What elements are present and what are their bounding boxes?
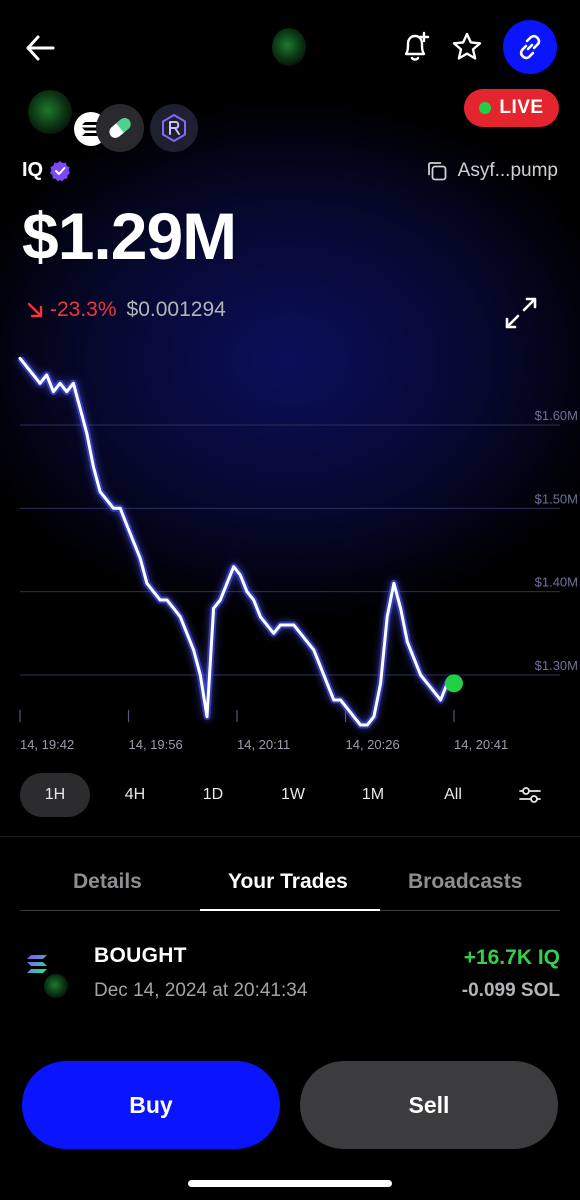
token-logo bbox=[44, 974, 68, 998]
current-price-marker bbox=[445, 674, 463, 693]
back-arrow-icon[interactable] bbox=[18, 28, 62, 68]
range-all[interactable]: All bbox=[418, 773, 488, 817]
price-line bbox=[18, 356, 456, 727]
active-tab-indicator bbox=[200, 909, 380, 911]
contract-address[interactable]: Asyf...pump bbox=[426, 160, 558, 182]
range-1m[interactable]: 1M bbox=[338, 773, 408, 817]
top-bar bbox=[0, 0, 580, 96]
x-tick-label: 14, 20:11 bbox=[237, 737, 290, 752]
token-logo-small bbox=[272, 28, 306, 66]
y-tick-label: $1.50M bbox=[535, 491, 578, 506]
pill-icon[interactable] bbox=[96, 104, 144, 152]
home-indicator bbox=[188, 1180, 392, 1187]
change-percent: -23.3% bbox=[50, 298, 117, 321]
time-range-selector: 1H 4H 1D 1W 1M All bbox=[20, 773, 560, 817]
bell-plus-icon[interactable] bbox=[394, 26, 436, 68]
buy-button[interactable]: Buy bbox=[22, 1061, 280, 1149]
range-4h[interactable]: 4H bbox=[100, 773, 170, 817]
token-logo bbox=[28, 90, 72, 134]
x-tick-label: 14, 19:42 bbox=[20, 737, 74, 752]
price-change-row: -23.3% $0.001294 bbox=[26, 298, 226, 322]
trade-time: Dec 14, 2024 at 20:41:34 bbox=[94, 980, 308, 1001]
tab-details[interactable]: Details bbox=[73, 870, 142, 894]
copy-icon[interactable] bbox=[426, 160, 448, 182]
tab-broadcasts[interactable]: Broadcasts bbox=[408, 870, 522, 894]
trade-icons bbox=[22, 944, 72, 1000]
live-label: LIVE bbox=[499, 97, 544, 118]
range-1d[interactable]: 1D bbox=[178, 773, 248, 817]
live-badge: LIVE bbox=[464, 89, 559, 127]
x-tick-label: 14, 19:56 bbox=[129, 737, 183, 752]
sell-button[interactable]: Sell bbox=[300, 1061, 558, 1149]
range-1w[interactable]: 1W bbox=[258, 773, 328, 817]
solana-icon bbox=[27, 955, 47, 973]
y-tick-label: $1.60M bbox=[535, 408, 578, 423]
token-price: $0.001294 bbox=[126, 298, 226, 321]
trade-token-amount: +16.7K IQ bbox=[463, 946, 560, 969]
price-chart[interactable]: $1.60M $1.50M $1.40M $1.30M 14, 19:42 14, 19… bbox=[0, 340, 580, 760]
address-label: Asyf...pump bbox=[457, 160, 558, 181]
down-right-arrow-icon bbox=[27, 302, 43, 318]
expand-icon[interactable] bbox=[502, 294, 540, 332]
sliders-icon[interactable] bbox=[510, 773, 550, 817]
market-cap-value: $1.29M bbox=[22, 199, 237, 273]
section-divider bbox=[0, 836, 580, 837]
token-ticker: IQ bbox=[22, 159, 71, 182]
token-icon-row bbox=[22, 88, 222, 152]
link-icon[interactable] bbox=[503, 20, 557, 74]
trade-sol-amount: -0.099 SOL bbox=[461, 980, 560, 1001]
verified-badge-icon bbox=[50, 160, 71, 181]
y-tick-label: $1.40M bbox=[535, 575, 578, 590]
raydium-icon[interactable] bbox=[150, 104, 198, 152]
trade-type: BOUGHT bbox=[94, 944, 187, 967]
range-1h[interactable]: 1H bbox=[20, 773, 90, 817]
x-tick-label: 14, 20:26 bbox=[346, 737, 400, 752]
price-line-glow bbox=[17, 356, 454, 729]
trade-row[interactable]: BOUGHT Dec 14, 2024 at 20:41:34 +16.7K I… bbox=[22, 940, 560, 1010]
star-icon[interactable] bbox=[446, 26, 488, 68]
price-change: -23.3% bbox=[26, 298, 117, 322]
ticker-label: IQ bbox=[22, 159, 44, 181]
y-tick-label: $1.30M bbox=[535, 658, 578, 673]
live-dot-icon bbox=[479, 102, 492, 114]
x-tick-label: 14, 20:41 bbox=[454, 737, 508, 752]
tab-your-trades[interactable]: Your Trades bbox=[228, 870, 348, 894]
tab-bar: Details Your Trades Broadcasts bbox=[20, 858, 560, 912]
